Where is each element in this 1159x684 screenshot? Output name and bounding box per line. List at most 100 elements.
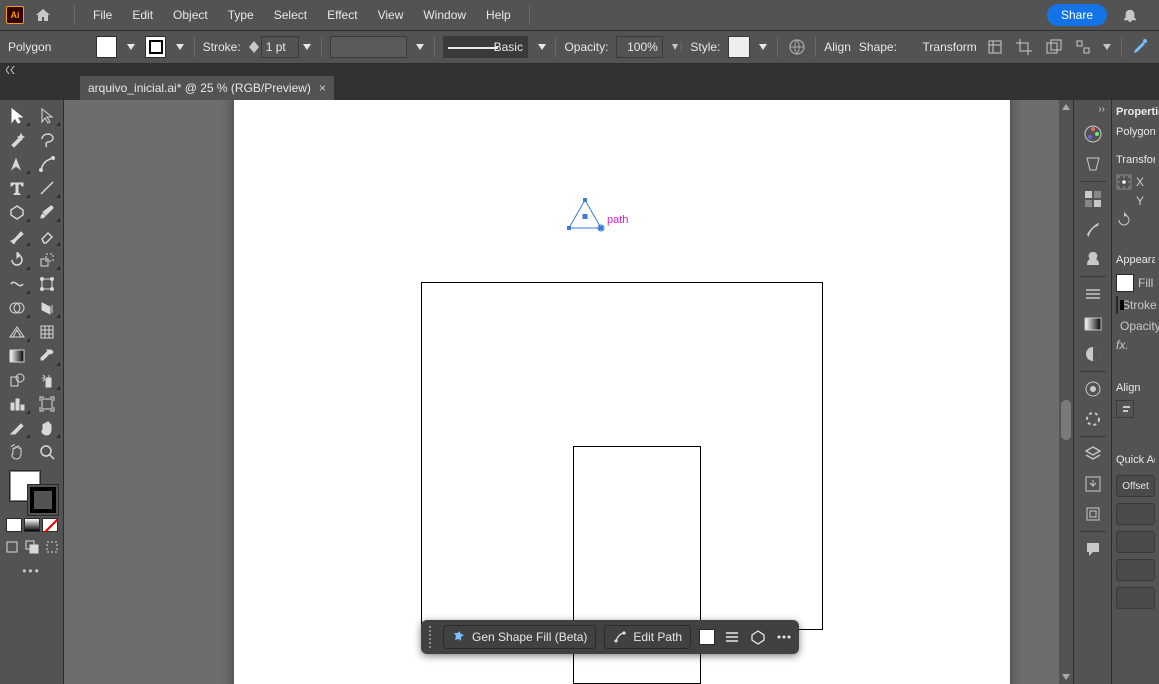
menu-edit[interactable]: Edit <box>122 0 163 30</box>
menu-object[interactable]: Object <box>163 0 218 30</box>
stroke-panel-icon[interactable] <box>1076 279 1110 309</box>
edit-toolbar-dots-icon[interactable]: ••• <box>22 564 41 578</box>
crop-icon[interactable] <box>1014 36 1035 58</box>
menu-effect[interactable]: Effect <box>317 0 367 30</box>
stroke-weight-dropdown-icon[interactable] <box>301 36 313 58</box>
edit-path-button[interactable]: Edit Path <box>604 625 691 649</box>
brushes-panel-icon[interactable] <box>1076 214 1110 244</box>
rotate-view-tool[interactable] <box>2 440 32 464</box>
artboards-panel-icon[interactable] <box>1076 499 1110 529</box>
contextual-task-bar[interactable]: Gen Shape Fill (Beta) Edit Path <box>421 620 799 654</box>
fill-stroke-indicator[interactable] <box>5 470 59 514</box>
selection-tool[interactable] <box>2 104 32 128</box>
home-icon[interactable] <box>32 4 54 26</box>
quick-action-button[interactable] <box>1116 559 1155 581</box>
rotate-tool[interactable] <box>2 248 32 272</box>
color-mode-none[interactable] <box>42 518 58 532</box>
menu-window[interactable]: Window <box>413 0 476 30</box>
swatches-panel-icon[interactable] <box>1076 184 1110 214</box>
taskbar-stroke-align-icon[interactable] <box>723 628 741 646</box>
align-left-button[interactable] <box>1116 400 1134 418</box>
eyedropper-tool[interactable] <box>32 344 62 368</box>
magic-wand-tool[interactable] <box>2 128 32 152</box>
canvas[interactable]: path Gen Shape Fill (Beta) Edit Path <box>64 100 1073 684</box>
appearance-panel-icon[interactable] <box>1076 374 1110 404</box>
bell-icon[interactable] <box>1119 4 1141 26</box>
direct-selection-tool[interactable] <box>32 104 62 128</box>
shape-builder-tool[interactable] <box>2 296 32 320</box>
menu-help[interactable]: Help <box>476 0 521 30</box>
variable-width-profile[interactable] <box>330 36 407 58</box>
pen-tool[interactable] <box>2 152 32 176</box>
recolor-icon[interactable] <box>786 36 807 58</box>
arrange-icon[interactable] <box>1043 36 1064 58</box>
color-panel-icon[interactable] <box>1076 119 1110 149</box>
paintbrush-tool[interactable] <box>32 200 62 224</box>
stroke-swatch-small[interactable] <box>1116 296 1118 314</box>
curvature-tool[interactable] <box>32 152 62 176</box>
artwork-polygon-selected[interactable]: path <box>567 198 603 232</box>
eraser-tool[interactable] <box>32 224 62 248</box>
taskbar-fill-swatch[interactable] <box>699 629 715 645</box>
draw-inside[interactable] <box>43 538 61 556</box>
menu-view[interactable]: View <box>368 0 414 30</box>
transparency-panel-icon[interactable] <box>1076 339 1110 369</box>
stroke-color-indicator[interactable] <box>27 484 59 516</box>
taskbar-shape-icon[interactable] <box>749 628 767 646</box>
menu-type[interactable]: Type <box>218 0 264 30</box>
taskbar-grip-icon[interactable] <box>427 626 433 648</box>
gen-shape-fill-button[interactable]: Gen Shape Fill (Beta) <box>443 625 596 649</box>
layers-panel-icon[interactable] <box>1076 439 1110 469</box>
quick-action-button[interactable]: Offset <box>1116 475 1155 497</box>
symbol-sprayer-tool[interactable] <box>32 368 62 392</box>
gradient-panel-icon[interactable] <box>1076 309 1110 339</box>
brush-dropdown-icon[interactable] <box>536 36 548 58</box>
quick-action-button[interactable] <box>1116 503 1155 525</box>
menu-select[interactable]: Select <box>264 0 317 30</box>
fill-swatch-small[interactable] <box>1116 274 1134 292</box>
perspective-grid-tool[interactable] <box>2 320 32 344</box>
free-transform-tool[interactable] <box>32 272 62 296</box>
opacity-input[interactable]: 100% <box>616 36 662 58</box>
line-tool[interactable] <box>32 176 62 200</box>
mesh-tool[interactable] <box>32 320 62 344</box>
artboard-tool[interactable] <box>32 392 62 416</box>
brush-definition[interactable]: Basic <box>443 36 528 58</box>
fill-swatch[interactable] <box>96 36 117 58</box>
menu-file[interactable]: File <box>83 0 122 30</box>
live-paint-tool[interactable] <box>32 296 62 320</box>
quick-action-button[interactable] <box>1116 531 1155 553</box>
edit-toolbar-icon[interactable] <box>1130 36 1151 58</box>
color-mode-gradient[interactable] <box>24 518 40 532</box>
asset-export-panel-icon[interactable] <box>1076 469 1110 499</box>
opacity-dropdown-icon[interactable] <box>671 36 683 58</box>
dock-collapse-icon[interactable]: ›› <box>1098 104 1111 115</box>
reference-point-icon[interactable] <box>1116 174 1132 190</box>
blend-tool[interactable] <box>2 368 32 392</box>
column-graph-tool[interactable] <box>2 392 32 416</box>
color-guide-panel-icon[interactable] <box>1076 149 1110 179</box>
graphic-style-swatch[interactable] <box>728 36 749 58</box>
shape-label[interactable]: Shape: <box>859 40 897 54</box>
vertical-scrollbar[interactable] <box>1059 100 1073 684</box>
stroke-weight-input[interactable]: 1 pt <box>261 36 299 58</box>
transform-label[interactable]: Transform <box>923 40 977 54</box>
draw-normal[interactable] <box>3 538 21 556</box>
stroke-swatch[interactable] <box>145 36 166 58</box>
fx-label[interactable]: fx. <box>1116 338 1129 352</box>
align-label[interactable]: Align <box>824 40 851 54</box>
hand-tool[interactable] <box>32 416 62 440</box>
shaper-tool[interactable] <box>2 224 32 248</box>
comments-panel-icon[interactable] <box>1076 534 1110 564</box>
taskbar-more-icon[interactable] <box>775 628 793 646</box>
color-mode-solid[interactable] <box>6 518 22 532</box>
rotate-icon[interactable] <box>1116 212 1132 228</box>
select-similar-icon[interactable] <box>1072 36 1093 58</box>
close-tab-icon[interactable]: × <box>319 81 326 95</box>
type-tool[interactable] <box>2 176 32 200</box>
zoom-tool[interactable] <box>32 440 62 464</box>
slice-tool[interactable] <box>2 416 32 440</box>
stroke-dropdown-icon[interactable] <box>174 36 186 58</box>
fill-dropdown-icon[interactable] <box>125 36 137 58</box>
scrollbar-thumb[interactable] <box>1061 400 1071 440</box>
